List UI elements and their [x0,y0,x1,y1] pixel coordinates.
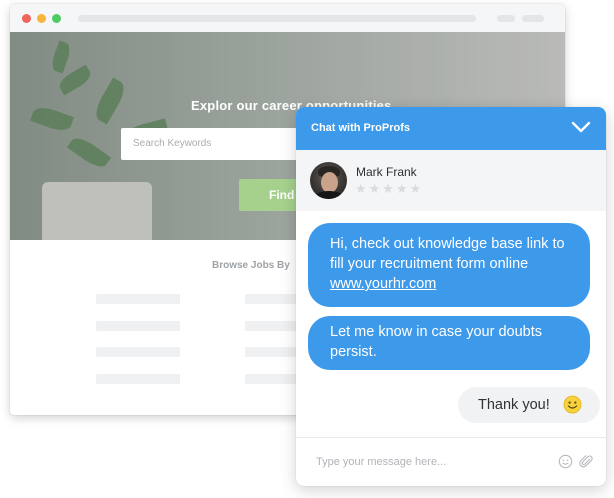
agent-message: Let me know in case your doubts persist. [308,316,590,370]
chat-title: Chat with ProProfs [311,122,411,134]
address-bar-placeholder[interactable] [78,15,476,22]
maximize-window-dot[interactable] [52,14,61,23]
message-text: Let me know in case your doubts persist. [330,324,542,360]
browse-jobs-heading: Browse Jobs By [212,260,290,271]
paperclip-icon[interactable] [579,454,594,469]
agent-avatar [310,162,347,199]
message-text: Thank you! [478,397,550,413]
smiley-icon [563,395,582,414]
composer-divider [296,437,606,438]
message-text: Hi, check out knowledge base link to fil… [330,236,565,272]
emoji-icon[interactable] [558,454,573,469]
job-category-placeholder [96,294,180,304]
browser-titlebar [10,4,565,32]
agent-name: Mark Frank [356,165,417,179]
agent-info: Mark Frank ★★★★★ [296,150,606,211]
chat-header[interactable]: Chat with ProProfs [296,107,606,150]
message-input[interactable] [316,456,536,468]
job-search-input[interactable]: Search Keywords [121,128,311,160]
chevron-down-icon[interactable] [571,120,591,134]
job-category-placeholder [96,347,180,357]
toolbar-placeholder [522,15,544,22]
close-window-dot[interactable] [22,14,31,23]
job-category-placeholder [96,321,180,331]
toolbar-placeholder [497,15,515,22]
user-message: Thank you! [458,387,600,423]
agent-message: Hi, check out knowledge base link to fil… [308,223,590,307]
rating-stars[interactable]: ★★★★★ [355,181,423,197]
minimize-window-dot[interactable] [37,14,46,23]
chat-widget: Chat with ProProfs Mark Frank ★★★★★ Hi, … [296,107,606,486]
job-category-placeholder [96,374,180,384]
knowledge-base-link[interactable]: www.yourhr.com [330,276,436,292]
